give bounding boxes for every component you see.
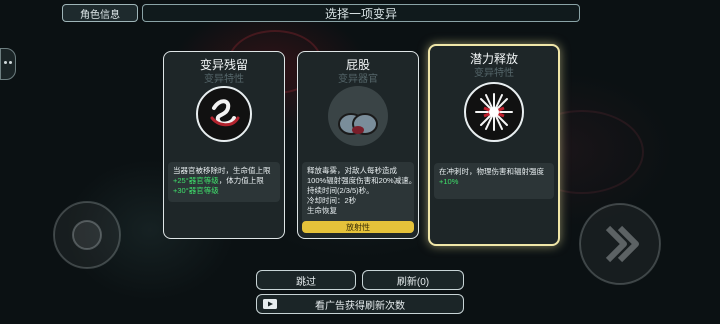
card-description: 释放毒雾，对敌人每秒造成 100%辐射强度伤害和20%减速。 持续时间(2/3/… bbox=[302, 162, 417, 224]
card-type: 变异特性 bbox=[204, 74, 244, 85]
eye-icon bbox=[9, 61, 12, 64]
butt-organ-icon bbox=[328, 86, 388, 146]
dash-arrow-icon[interactable] bbox=[578, 202, 662, 286]
description-line: +25°器官等级，体力值上限 bbox=[173, 176, 264, 185]
video-ad-icon bbox=[263, 299, 277, 309]
description-line: 持续时间(2/3/5)秒。 bbox=[307, 186, 374, 195]
mutation-card-3[interactable]: 潜力释放 变异特性 在冲刺时，物理伤害和辐射强度 +10% bbox=[428, 44, 560, 246]
description-line: +30°器官等级 bbox=[173, 186, 219, 195]
mutation-card-2[interactable]: 屁股 变异器官 释放毒雾，对敌人每秒造成 100%辐射强度伤害和20%减速。 持… bbox=[297, 51, 419, 239]
page-title: 选择一项变异 bbox=[142, 4, 580, 22]
radioactive-tag: 放射性 bbox=[302, 221, 414, 233]
skip-button[interactable]: 跳过 bbox=[256, 270, 356, 290]
description-line: 生命恢复 bbox=[307, 206, 337, 215]
watch-ad-button[interactable]: 看广告获得刷新次数 bbox=[256, 294, 464, 314]
watch-ad-label: 看广告获得刷新次数 bbox=[315, 300, 405, 312]
card-type: 变异器官 bbox=[338, 74, 378, 85]
eye-icon bbox=[4, 61, 7, 64]
card-description: 当器官被移除时，生命值上限 +25°器官等级，体力值上限 +30°器官等级 bbox=[168, 162, 280, 202]
dna-coil-icon bbox=[196, 86, 252, 142]
description-line: +10% bbox=[439, 177, 459, 186]
joystick-icon[interactable] bbox=[52, 200, 122, 270]
description-line: 当器官被移除时，生命值上限 bbox=[173, 166, 271, 175]
refresh-button[interactable]: 刷新(0) bbox=[362, 270, 464, 290]
description-line: 释放毒雾，对敌人每秒造成 bbox=[307, 166, 397, 175]
burst-icon bbox=[464, 82, 524, 142]
description-line: 在冲刺时，物理伤害和辐射强度 bbox=[439, 167, 544, 176]
card-description: 在冲刺时，物理伤害和辐射强度 +10% bbox=[434, 163, 554, 199]
description-line: 100%辐射强度伤害和20%减速。 bbox=[307, 176, 417, 185]
side-creature-icon[interactable] bbox=[0, 48, 16, 80]
description-line: 冷却时间：2秒 bbox=[307, 196, 357, 205]
mutation-card-1[interactable]: 变异残留 变异特性 当器官被移除时，生命值上限 +25°器官等级，体力值上限 +… bbox=[163, 51, 285, 239]
character-info-button[interactable]: 角色信息 bbox=[62, 4, 138, 22]
card-type: 变异特性 bbox=[474, 68, 514, 79]
